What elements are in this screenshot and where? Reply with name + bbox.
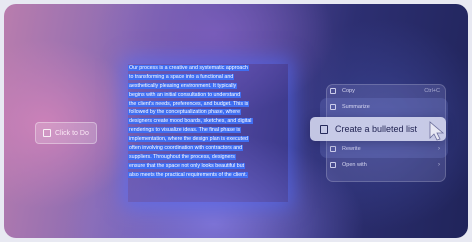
text-line: renderings to visualize ideas. The final…	[128, 127, 242, 134]
chevron-right-icon: ›	[438, 146, 440, 152]
text-line: aesthetically pleasing environment. It t…	[128, 82, 238, 89]
menu-item-copy[interactable]: Copy Ctrl+C	[330, 88, 440, 94]
summarize-icon	[330, 104, 336, 110]
copy-shortcut: Ctrl+C	[424, 88, 440, 94]
click-to-do-icon	[43, 129, 51, 137]
click-to-do-button[interactable]: Click to Do	[35, 122, 97, 144]
text-line: implementation, where the design plan is…	[128, 136, 249, 143]
rewrite-icon	[330, 146, 336, 152]
menu-item-summarize[interactable]: Summarize	[330, 104, 440, 110]
text-line: Our process is a creative and systematic…	[128, 65, 249, 71]
list-icon	[320, 124, 328, 134]
text-line: the client's needs, preferences, and bud…	[128, 100, 250, 107]
selected-text-block[interactable]: Our process is a creative and systematic…	[128, 64, 288, 202]
desktop-canvas: Click to Do Our process is a creative an…	[4, 4, 468, 238]
text-line: also meets the practical requirements of…	[128, 171, 249, 178]
text-line: begins with an initial consultation to u…	[128, 91, 242, 98]
menu-item-rewrite[interactable]: Rewrite ›	[330, 146, 440, 152]
text-line: suppliers. Throughout the process, desig…	[128, 153, 236, 160]
text-line: designers create mood boards, sketches, …	[128, 118, 253, 125]
text-line: ensure that the space not only looks bea…	[128, 162, 246, 169]
menu-item-create-bulleted-list[interactable]: Create a bulleted list	[310, 117, 446, 141]
menu-item-open-with[interactable]: Open with ›	[330, 162, 440, 168]
text-line: followed by the conceptualization phase,…	[128, 109, 242, 116]
text-line: often involving coordination with contra…	[128, 145, 244, 152]
chevron-right-icon: ›	[438, 162, 440, 168]
text-line: to transforming a space into a functiona…	[128, 73, 235, 80]
mouse-cursor-icon	[429, 121, 445, 141]
copy-icon	[330, 88, 336, 94]
click-to-do-label: Click to Do	[55, 129, 89, 137]
open-with-icon	[330, 162, 336, 168]
